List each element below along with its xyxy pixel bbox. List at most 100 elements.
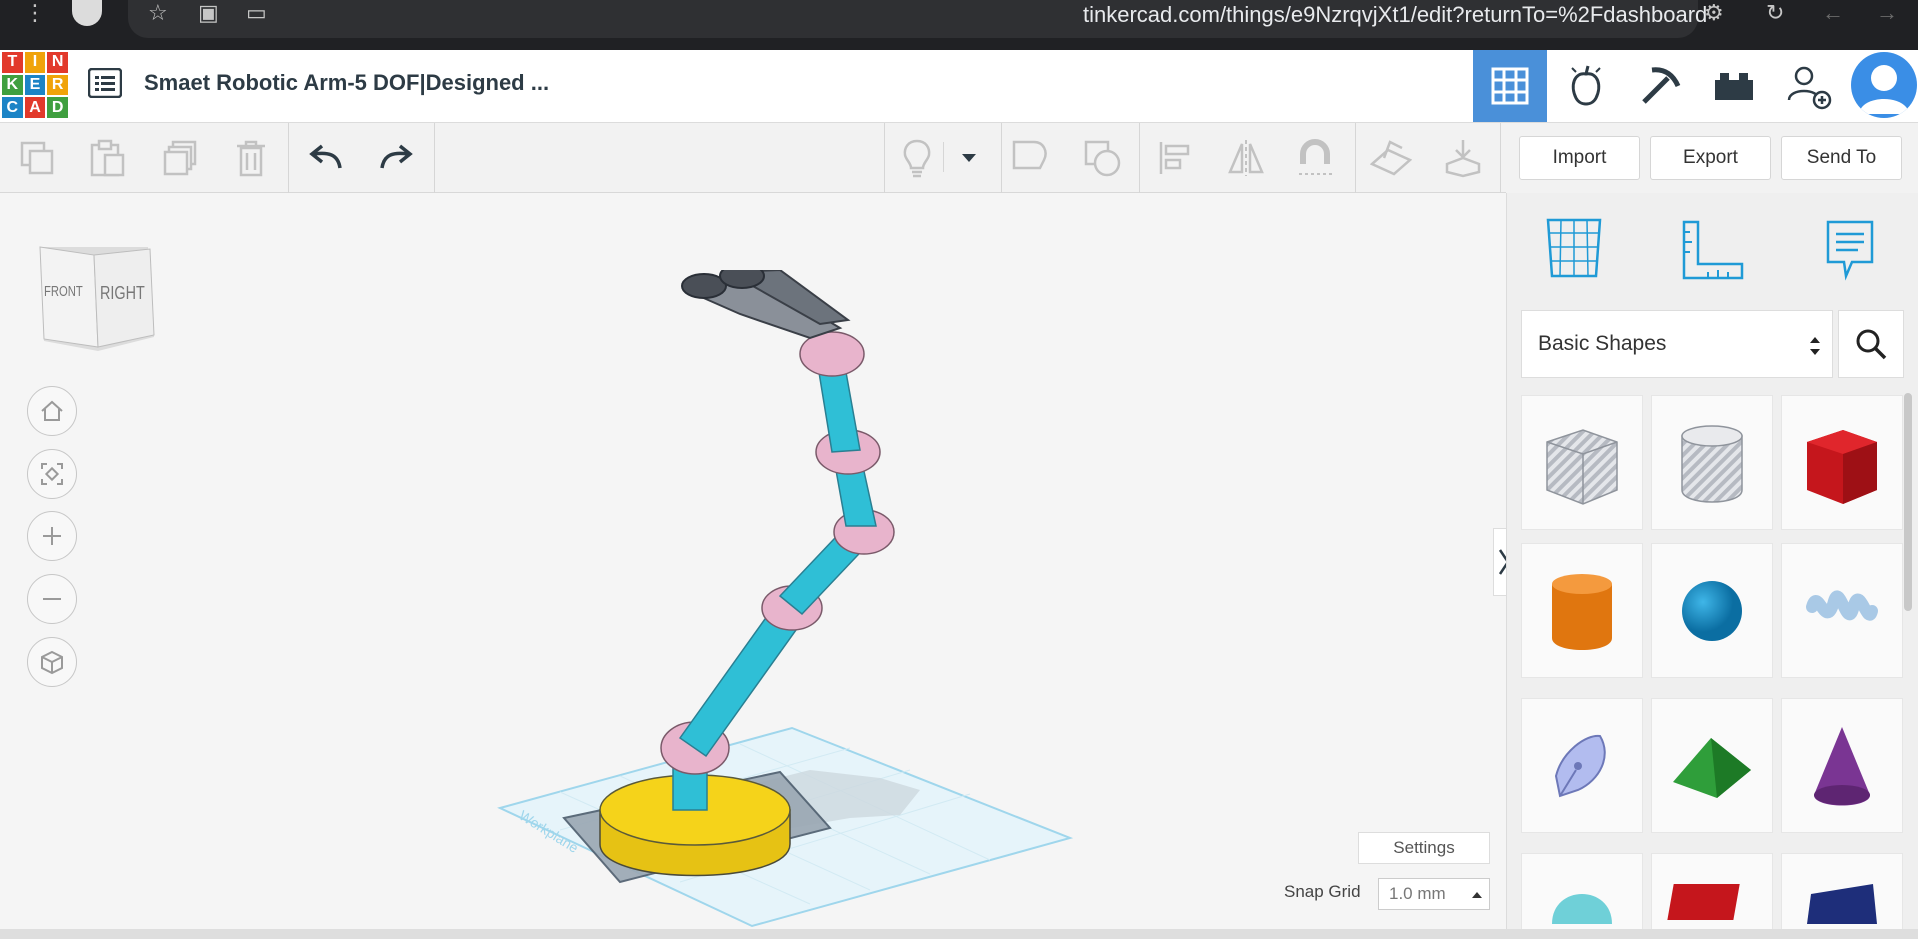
bookmark-star-icon[interactable]: ☆ <box>148 0 168 26</box>
delete-button[interactable] <box>226 135 276 181</box>
grid-plane-icon <box>1546 218 1602 278</box>
half-cylinder-icon <box>1552 894 1612 924</box>
ruler-button[interactable] <box>1438 135 1488 181</box>
shape-search-button[interactable] <box>1838 310 1904 378</box>
shape-cone[interactable] <box>1781 698 1903 833</box>
design-list-icon[interactable] <box>87 67 123 103</box>
shape-roof[interactable] <box>1651 698 1773 833</box>
shape-half-cylinder[interactable] <box>1521 853 1643 931</box>
logo-letter: K <box>2 74 23 96</box>
toolbar-divider <box>1355 123 1356 193</box>
cylinder-hole-icon <box>1681 424 1743 503</box>
add-user-icon <box>1787 66 1832 110</box>
logo-letter: E <box>24 74 46 96</box>
snap-grid-label: Snap Grid <box>1284 882 1361 901</box>
brick-view-button[interactable] <box>1697 50 1771 122</box>
ruler-tool-button[interactable] <box>1680 218 1746 287</box>
shape-cylinder-hole[interactable] <box>1651 395 1773 530</box>
workplane-button[interactable] <box>1366 135 1416 181</box>
logo-letter: A <box>24 97 46 118</box>
view-cube[interactable]: FRONT RIGHT <box>36 243 156 355</box>
panel-scrollbar[interactable] <box>1904 393 1912 611</box>
shape-box-hole[interactable] <box>1521 395 1643 530</box>
toolbar-divider <box>1139 123 1140 193</box>
box-icon <box>1807 429 1877 504</box>
fit-view-button[interactable] <box>27 449 77 499</box>
align-button[interactable] <box>1150 135 1200 181</box>
library-select[interactable]: Basic Shapes <box>1521 310 1833 378</box>
url-text[interactable]: tinkercad.com/things/e9NzrqvjXt1/edit?re… <box>1083 2 1707 28</box>
paste-button[interactable] <box>82 135 132 181</box>
reload-icon[interactable]: ↻ <box>1766 0 1784 26</box>
zoom-in-button[interactable] <box>27 511 77 561</box>
roof-icon <box>1673 737 1751 798</box>
toolbar-divider <box>434 123 435 193</box>
paste-icon <box>90 139 125 177</box>
wedge-icon <box>1807 884 1877 924</box>
copy-button[interactable] <box>12 135 62 181</box>
design-title[interactable]: Smaet Robotic Arm-5 DOF|Designed ... <box>144 70 549 96</box>
robotic-arm-model[interactable]: Workplane <box>480 270 1100 930</box>
brick-icon <box>1715 73 1753 100</box>
group-icon <box>1012 140 1047 170</box>
ungroup-icon <box>1084 140 1121 177</box>
cube-icon <box>41 650 63 675</box>
duplicate-button[interactable] <box>155 135 205 181</box>
cruise-button[interactable] <box>1290 135 1340 181</box>
send-to-button[interactable]: Send To <box>1781 136 1902 180</box>
group-button[interactable] <box>1005 135 1055 181</box>
caret-up-icon <box>1472 892 1482 898</box>
redo-icon <box>380 144 413 169</box>
show-all-dropdown[interactable] <box>944 135 994 181</box>
show-all-button[interactable] <box>892 135 942 181</box>
drop-to-plane-icon <box>1445 140 1481 178</box>
shape-box[interactable] <box>1781 395 1903 530</box>
settings-button[interactable]: Settings <box>1358 832 1490 864</box>
toolbar-divider <box>1500 123 1501 193</box>
home-view-button[interactable] <box>27 386 77 436</box>
export-button[interactable]: Export <box>1650 136 1771 180</box>
logo-letter: R <box>47 74 68 96</box>
undo-button[interactable] <box>301 135 351 181</box>
notes-tool-button[interactable] <box>1822 218 1878 287</box>
invite-user-button[interactable] <box>1771 50 1845 122</box>
shape-cylinder[interactable] <box>1521 543 1643 678</box>
back-icon[interactable]: ← <box>1822 0 1844 26</box>
perspective-toggle-button[interactable] <box>27 637 77 687</box>
shape-text-pen[interactable] <box>1521 698 1643 833</box>
site-settings-icon[interactable]: ⚙ <box>1704 0 1724 26</box>
sim-lab-button[interactable] <box>1549 50 1623 122</box>
ungroup-button[interactable] <box>1077 135 1127 181</box>
redo-button[interactable] <box>371 135 421 181</box>
shape-text[interactable] <box>1651 853 1773 931</box>
undo-icon <box>309 144 342 169</box>
lightbulb-icon <box>903 139 931 178</box>
toolbar-divider <box>288 123 289 193</box>
mirror-button[interactable] <box>1221 135 1271 181</box>
shape-sphere[interactable] <box>1651 543 1773 678</box>
3d-design-view-button[interactable] <box>1473 50 1547 122</box>
gripper[interactable] <box>681 270 851 340</box>
view-cube-right-label: RIGHT <box>100 283 145 303</box>
workplane-tool-button[interactable] <box>1544 216 1604 285</box>
minus-icon <box>43 598 61 600</box>
shape-scribble[interactable] <box>1781 543 1903 678</box>
logo-letter: D <box>47 97 68 118</box>
scribble-icon <box>1806 589 1878 620</box>
avatar[interactable] <box>1851 52 1917 118</box>
home-icon <box>41 400 63 421</box>
translate-icon[interactable]: ▣ <box>198 0 219 26</box>
browser-menu-icon[interactable]: ⋮ <box>24 0 46 26</box>
cast-icon[interactable]: ▭ <box>246 0 267 26</box>
import-button[interactable]: Import <box>1519 136 1640 180</box>
zoom-out-button[interactable] <box>27 574 77 624</box>
forward-icon[interactable]: → <box>1876 0 1898 26</box>
shape-pyramid[interactable] <box>1781 853 1903 931</box>
cylinder-icon <box>1552 573 1612 650</box>
plus-icon <box>43 527 61 545</box>
ruler-icon <box>1682 220 1744 280</box>
minecraft-view-button[interactable] <box>1623 50 1697 122</box>
snap-grid-select[interactable]: 1.0 mm <box>1378 878 1490 910</box>
sphere-icon <box>1682 580 1742 641</box>
tinkercad-logo[interactable]: T I N K E R C A D <box>2 52 68 118</box>
